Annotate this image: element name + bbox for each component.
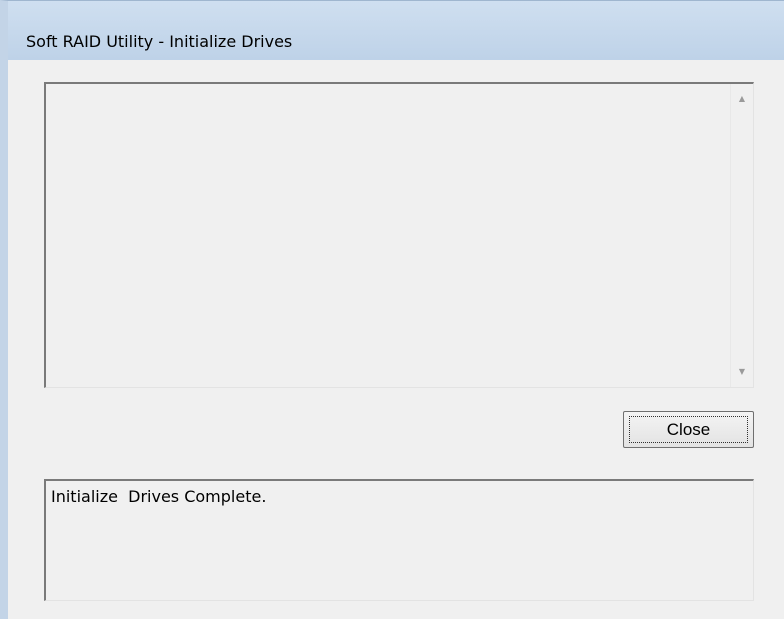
scroll-up-icon[interactable]: ▲	[731, 88, 753, 110]
close-button[interactable]: Close	[623, 411, 754, 448]
status-textbox[interactable]: Initialize Drives Complete.	[44, 479, 754, 601]
scroll-down-icon[interactable]: ▼	[731, 361, 753, 383]
close-button-label: Close	[666, 419, 711, 439]
dialog-window: Soft RAID Utility - Initialize Drives ▲ …	[0, 0, 784, 619]
dialog-client-area: ▲ ▼ Close Initialize Drives Complete.	[8, 60, 784, 619]
status-message: Initialize Drives Complete.	[51, 487, 267, 506]
window-title: Soft RAID Utility - Initialize Drives	[26, 32, 293, 51]
log-vertical-scrollbar[interactable]: ▲ ▼	[730, 84, 753, 387]
log-textarea[interactable]: ▲ ▼	[44, 82, 754, 388]
log-text	[46, 84, 731, 387]
title-bar[interactable]: Soft RAID Utility - Initialize Drives	[8, 1, 784, 61]
